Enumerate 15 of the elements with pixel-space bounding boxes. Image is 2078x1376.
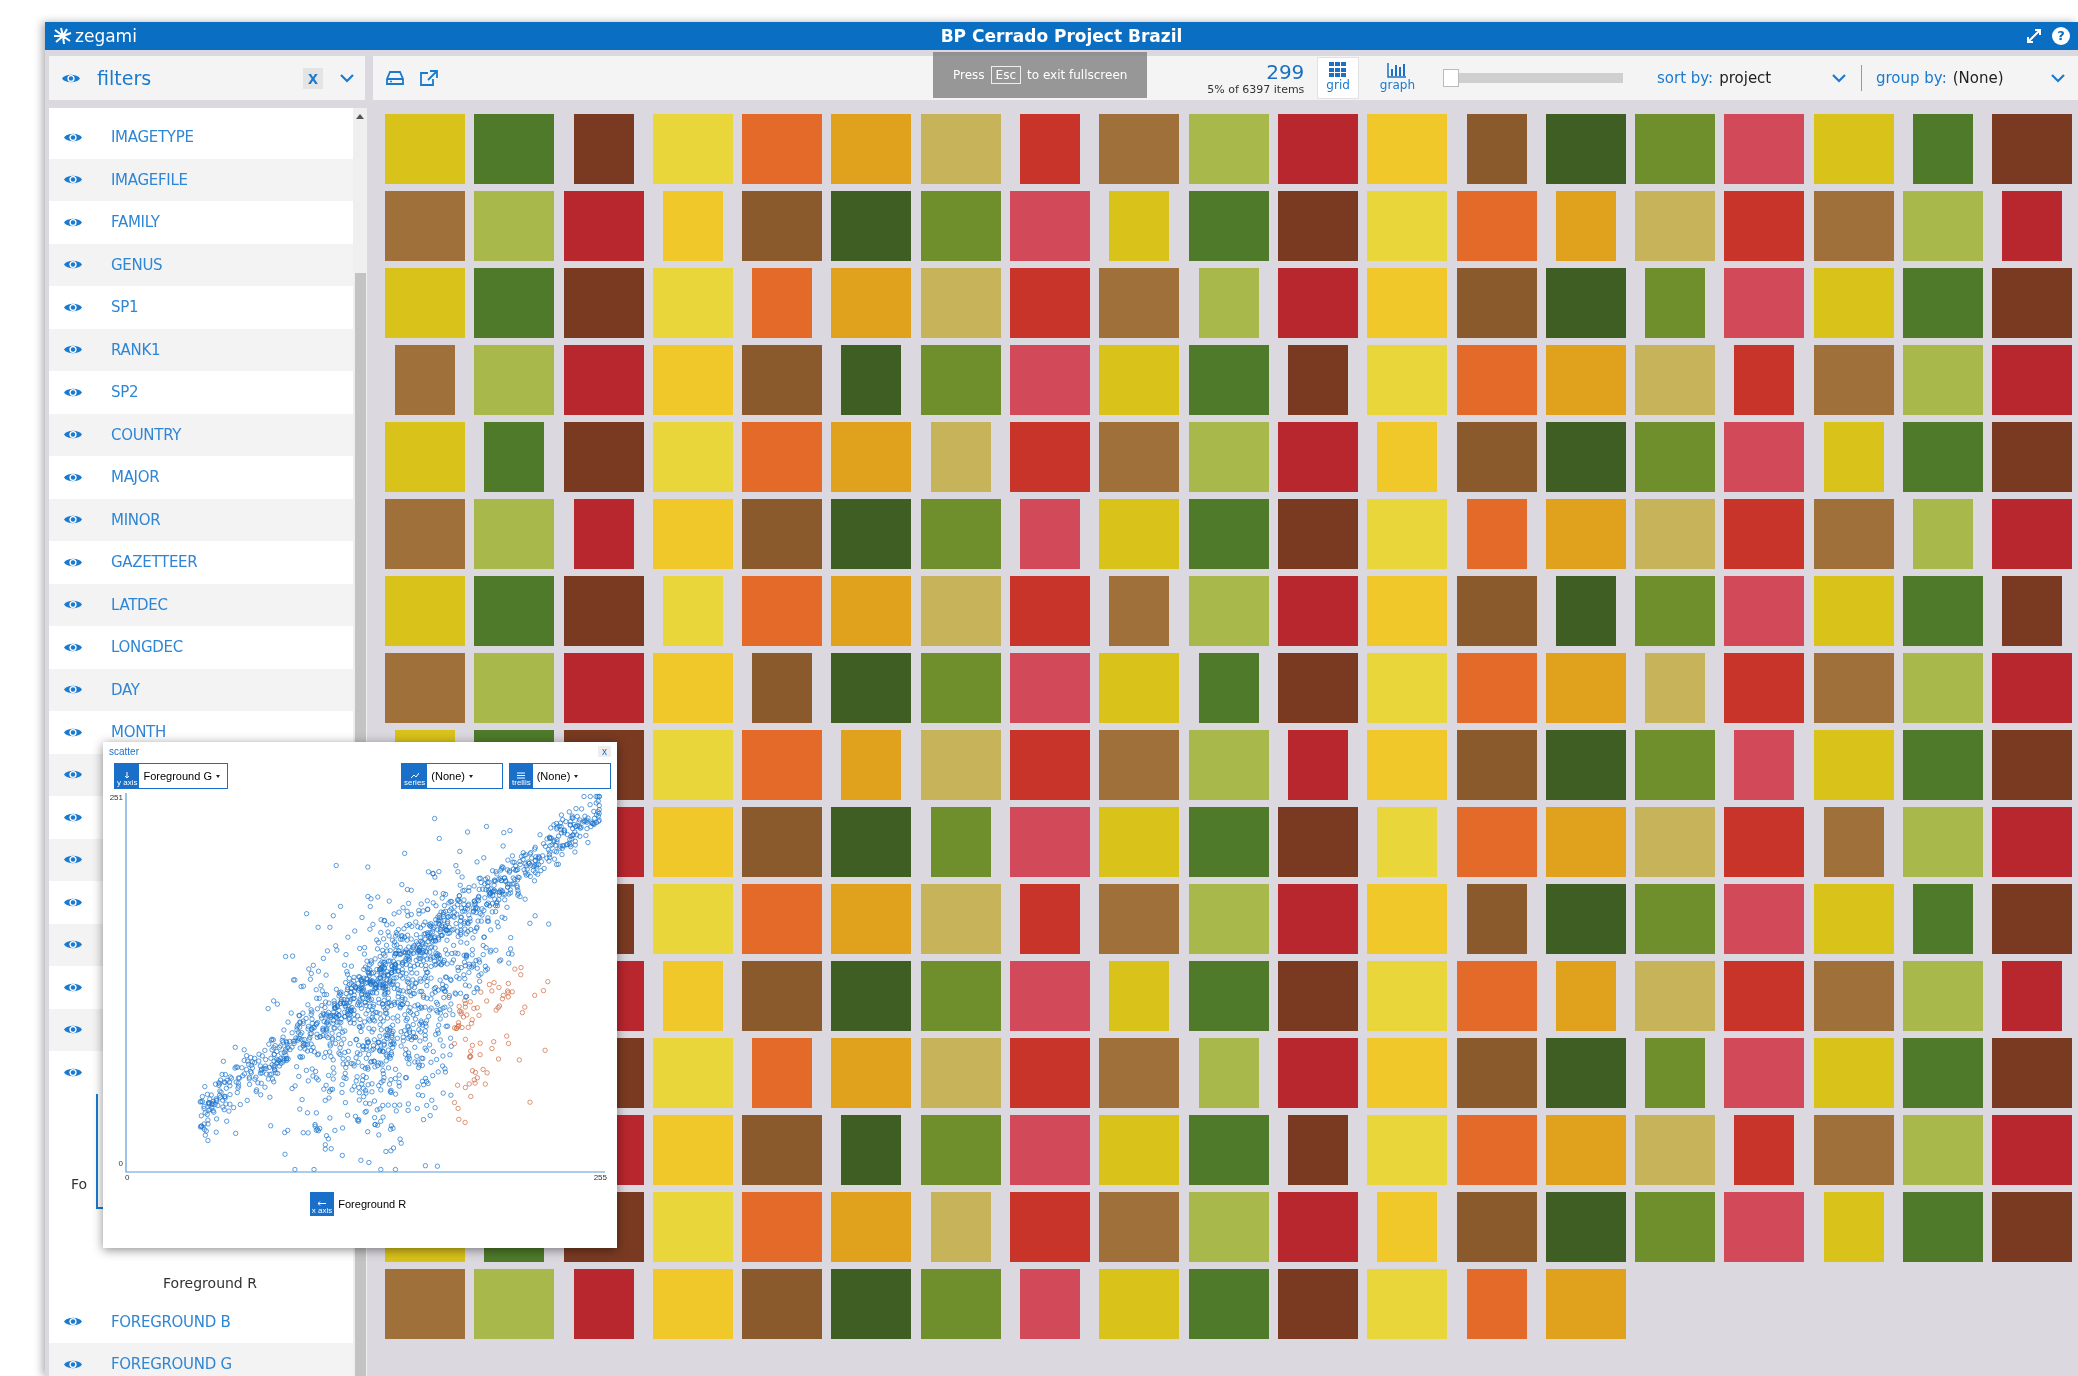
axis-label: Fo [71,1176,89,1192]
axis-label: Foreground R [162,1274,258,1291]
window-title: BP Cerrado Project Brazil [940,26,1183,46]
panel-title: scatter [109,746,139,757]
item-count: 299 [1266,60,1305,83]
tick-label: 255 [593,1173,607,1182]
tick-label: 0 [118,1159,123,1168]
tick-label: 251 [109,793,123,802]
hint-text: to exit fullscreen [1027,68,1128,82]
item-summary: 5% of 6397 items [1207,82,1305,96]
app-logo: zegami [75,26,137,46]
tick-label: 0 [125,1173,130,1182]
hint-text: Press [953,68,985,82]
key-label: Esc [990,66,1022,84]
filters-title: filters [97,67,152,89]
